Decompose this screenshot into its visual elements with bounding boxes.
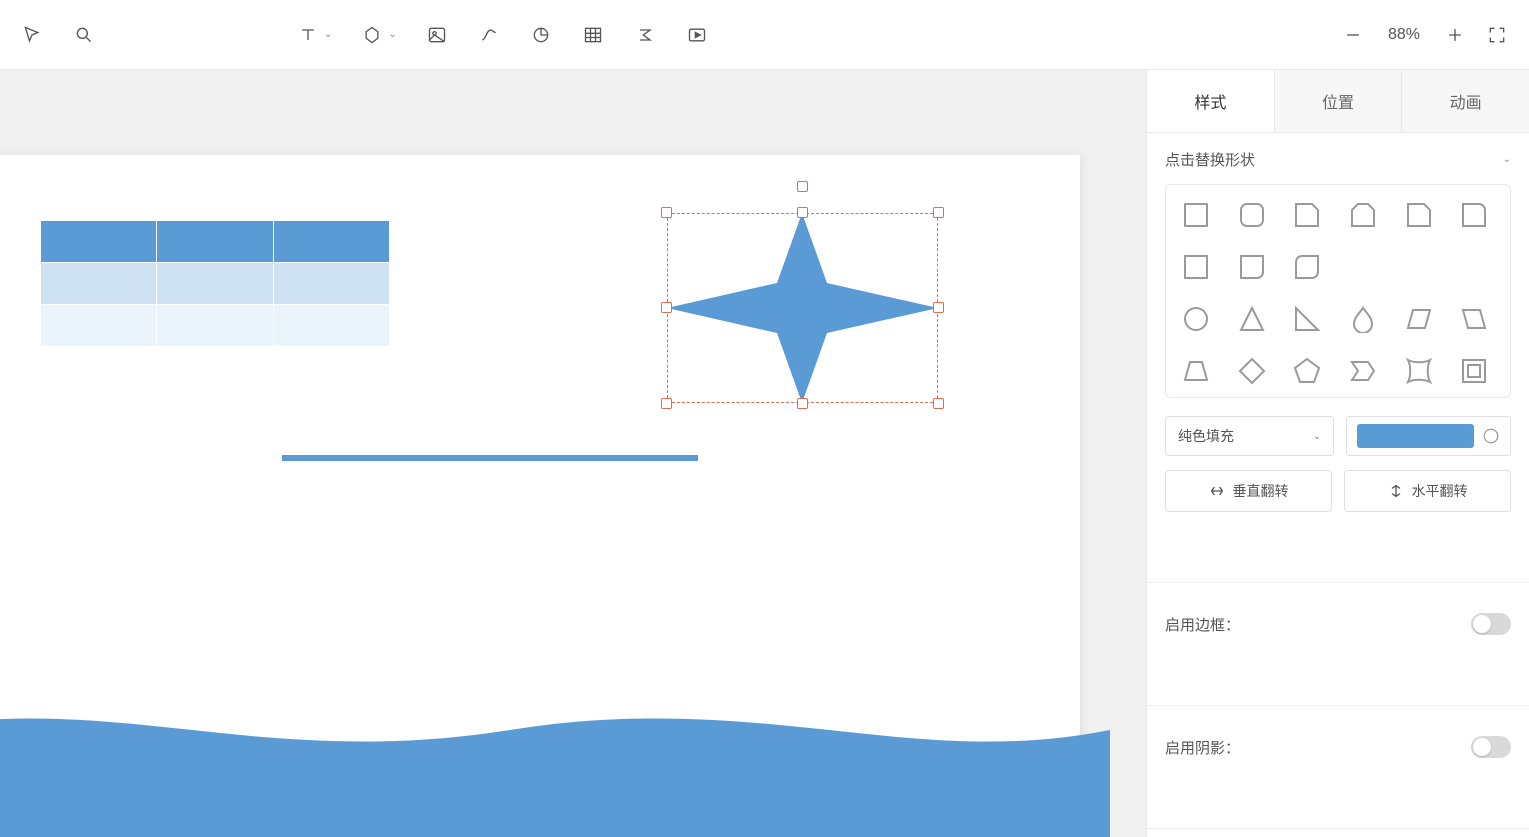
flip-v-icon: [1209, 483, 1225, 499]
resize-handle-w[interactable]: [661, 302, 672, 313]
enable-shadow-label: 启用阴影：: [1165, 737, 1240, 758]
eyedropper-icon: [1482, 427, 1500, 445]
rotate-handle[interactable]: [797, 181, 808, 192]
shape-snip-2[interactable]: [1347, 199, 1379, 231]
shape-parallelogram[interactable]: [1403, 303, 1435, 335]
resize-handle-n[interactable]: [797, 207, 808, 218]
text-tool[interactable]: ⌄: [296, 23, 332, 47]
shape-round-diag[interactable]: [1291, 251, 1323, 283]
shape-rect[interactable]: [1180, 199, 1212, 231]
fullscreen-button[interactable]: [1485, 23, 1509, 47]
shape-chevron[interactable]: [1347, 355, 1379, 387]
enable-border-switch[interactable]: [1471, 613, 1511, 635]
resize-handle-nw[interactable]: [661, 207, 672, 218]
image-tool[interactable]: [425, 23, 449, 47]
enable-shadow-switch[interactable]: [1471, 736, 1511, 758]
shape-picker: [1165, 184, 1511, 398]
selected-star-shape[interactable]: [667, 213, 938, 403]
tab-style[interactable]: 样式: [1147, 70, 1275, 132]
slide[interactable]: [0, 155, 1080, 837]
shape-pillow[interactable]: [1403, 355, 1435, 387]
shape-frame[interactable]: [1458, 355, 1490, 387]
table-shape[interactable]: [40, 220, 390, 347]
shape-snip-1[interactable]: [1291, 199, 1323, 231]
formula-tool[interactable]: [633, 23, 657, 47]
search-icon[interactable]: [72, 23, 96, 47]
shape-diamond[interactable]: [1236, 355, 1268, 387]
enable-border-row: 启用边框：: [1165, 599, 1511, 649]
table-tool[interactable]: [581, 23, 605, 47]
replace-shape-label: 点击替换形状: [1165, 149, 1255, 170]
selection-box: [667, 213, 938, 403]
shape-rounded-rect[interactable]: [1236, 199, 1268, 231]
resize-handle-ne[interactable]: [933, 207, 944, 218]
zoom-level[interactable]: 88%: [1383, 26, 1425, 44]
chevron-down-icon: ⌄: [1503, 154, 1511, 165]
shape-round-2[interactable]: [1236, 251, 1268, 283]
properties-panel: 样式 位置 动画 点击替换形状 ⌄: [1146, 70, 1529, 837]
zoom-out-button[interactable]: [1341, 23, 1365, 47]
shape-right-triangle[interactable]: [1291, 303, 1323, 335]
shape-tool[interactable]: ⌄: [360, 23, 396, 47]
resize-handle-sw[interactable]: [661, 398, 672, 409]
color-swatch: [1357, 424, 1474, 448]
chart-tool[interactable]: [529, 23, 553, 47]
resize-handle-se[interactable]: [933, 398, 944, 409]
shape-parallelogram-2[interactable]: [1458, 303, 1490, 335]
select-tool[interactable]: [20, 23, 44, 47]
fill-type-select[interactable]: 纯色填充 ⌄: [1165, 416, 1334, 456]
shape-teardrop[interactable]: [1347, 303, 1379, 335]
fill-color-picker[interactable]: [1346, 416, 1511, 456]
flip-vertical-button[interactable]: 垂直翻转: [1165, 470, 1332, 512]
shape-round-1[interactable]: [1458, 199, 1490, 231]
media-tool[interactable]: [685, 23, 709, 47]
panel-tabs: 样式 位置 动画: [1147, 70, 1529, 133]
shape-triangle[interactable]: [1236, 303, 1268, 335]
shape-circle[interactable]: [1180, 303, 1212, 335]
chevron-down-icon: ⌄: [1313, 431, 1321, 442]
wave-shape[interactable]: [0, 680, 1110, 837]
resize-handle-s[interactable]: [797, 398, 808, 409]
tab-position[interactable]: 位置: [1275, 70, 1403, 132]
fill-type-label: 纯色填充: [1178, 426, 1234, 446]
replace-shape-header[interactable]: 点击替换形状 ⌄: [1165, 149, 1511, 170]
shape-rect-2[interactable]: [1180, 251, 1212, 283]
resize-handle-e[interactable]: [933, 302, 944, 313]
flip-h-icon: [1388, 483, 1404, 499]
enable-border-label: 启用边框：: [1165, 614, 1240, 635]
tab-animation[interactable]: 动画: [1402, 70, 1529, 132]
enable-shadow-row: 启用阴影：: [1165, 722, 1511, 772]
main-toolbar: ⌄ ⌄ 88%: [0, 0, 1529, 70]
line-shape[interactable]: [282, 455, 698, 461]
canvas-area[interactable]: [0, 70, 1146, 837]
shape-pentagon[interactable]: [1291, 355, 1323, 387]
line-tool[interactable]: [477, 23, 501, 47]
zoom-in-button[interactable]: [1443, 23, 1467, 47]
shape-trapezoid[interactable]: [1180, 355, 1212, 387]
shape-snip-round[interactable]: [1403, 199, 1435, 231]
flip-horizontal-button[interactable]: 水平翻转: [1344, 470, 1511, 512]
